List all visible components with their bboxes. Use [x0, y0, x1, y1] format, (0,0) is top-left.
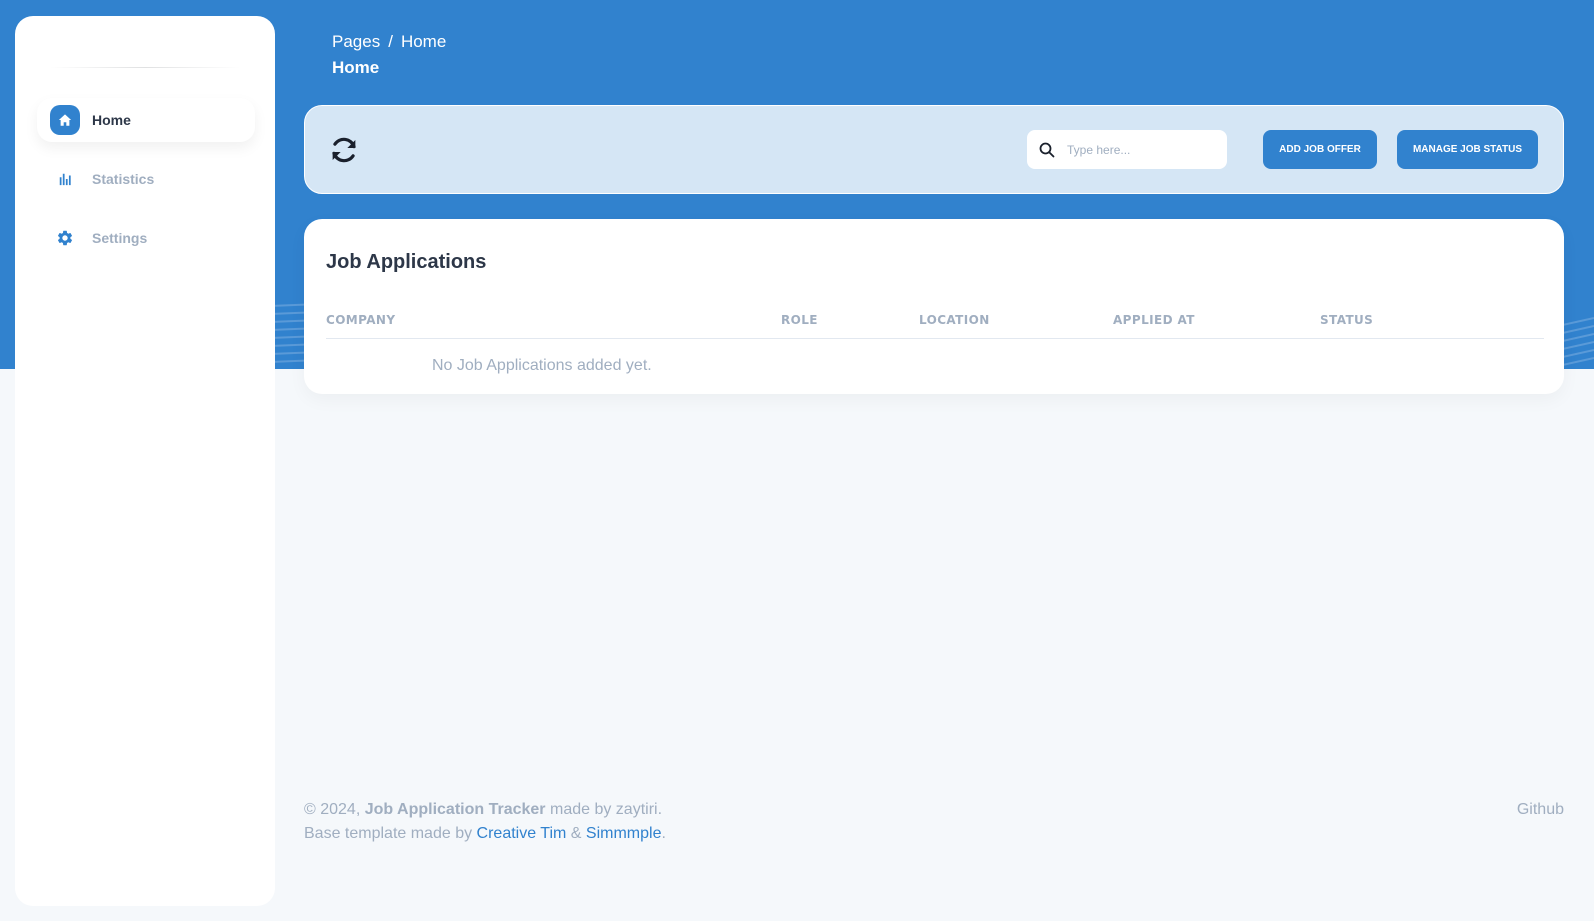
- gear-icon: [50, 223, 80, 253]
- sidebar-divider: [50, 67, 240, 68]
- add-job-offer-button[interactable]: Add Job Offer: [1263, 130, 1377, 169]
- manage-job-status-button[interactable]: Manage Job Status: [1397, 130, 1538, 169]
- column-header-role: ROLE: [781, 313, 818, 327]
- column-header-location: LOCATION: [919, 313, 990, 327]
- sidebar-item-label: Home: [92, 112, 131, 128]
- card-title: Job Applications: [326, 251, 487, 273]
- breadcrumb-separator: /: [388, 32, 393, 51]
- app-name: Job Application Tracker: [364, 801, 546, 818]
- footer-credits: Base template made by Creative Tim & Sim…: [304, 825, 666, 843]
- sidebar-item-statistics[interactable]: Statistics: [37, 157, 255, 201]
- breadcrumb-root[interactable]: Pages: [332, 32, 380, 51]
- search-icon: [1039, 142, 1055, 158]
- empty-table-message: No Job Applications added yet.: [432, 357, 652, 374]
- column-header-company: COMPANY: [326, 313, 396, 327]
- sidebar-item-label: Settings: [92, 230, 148, 246]
- page-title: Home: [332, 58, 380, 77]
- search-input[interactable]: [1065, 138, 1219, 162]
- table-header-divider: [326, 338, 1544, 339]
- creative-tim-link[interactable]: Creative Tim: [477, 825, 567, 842]
- footer-copyright: © 2024, Job Application Tracker made by …: [304, 801, 662, 819]
- refresh-icon[interactable]: [328, 134, 360, 166]
- toolbar: Add Job Offer Manage Job Status: [304, 105, 1564, 194]
- made-by-text: made by zaytiri.: [549, 801, 663, 818]
- simmmple-link[interactable]: Simmmple: [586, 825, 662, 842]
- column-header-applied-at: APPLIED AT: [1113, 313, 1195, 327]
- column-header-status: STATUS: [1320, 313, 1374, 327]
- sidebar: Home Statistics Settings: [15, 16, 275, 906]
- template-credit-text: Base template made by: [304, 825, 473, 842]
- copyright-text: © 2024,: [304, 801, 361, 818]
- sidebar-item-settings[interactable]: Settings: [37, 216, 255, 260]
- breadcrumb-current: Home: [400, 32, 447, 51]
- period: .: [661, 825, 666, 842]
- job-applications-card: Job Applications COMPANY ROLE LOCATION A…: [304, 219, 1564, 394]
- breadcrumb: Pages / Home: [332, 32, 446, 52]
- github-link[interactable]: Github: [1517, 801, 1564, 819]
- sidebar-item-home[interactable]: Home: [37, 98, 255, 142]
- sidebar-item-label: Statistics: [92, 171, 155, 187]
- search-box: [1027, 130, 1227, 169]
- ampersand: &: [570, 825, 582, 842]
- bar-chart-icon: [50, 164, 80, 194]
- home-icon: [50, 105, 80, 135]
